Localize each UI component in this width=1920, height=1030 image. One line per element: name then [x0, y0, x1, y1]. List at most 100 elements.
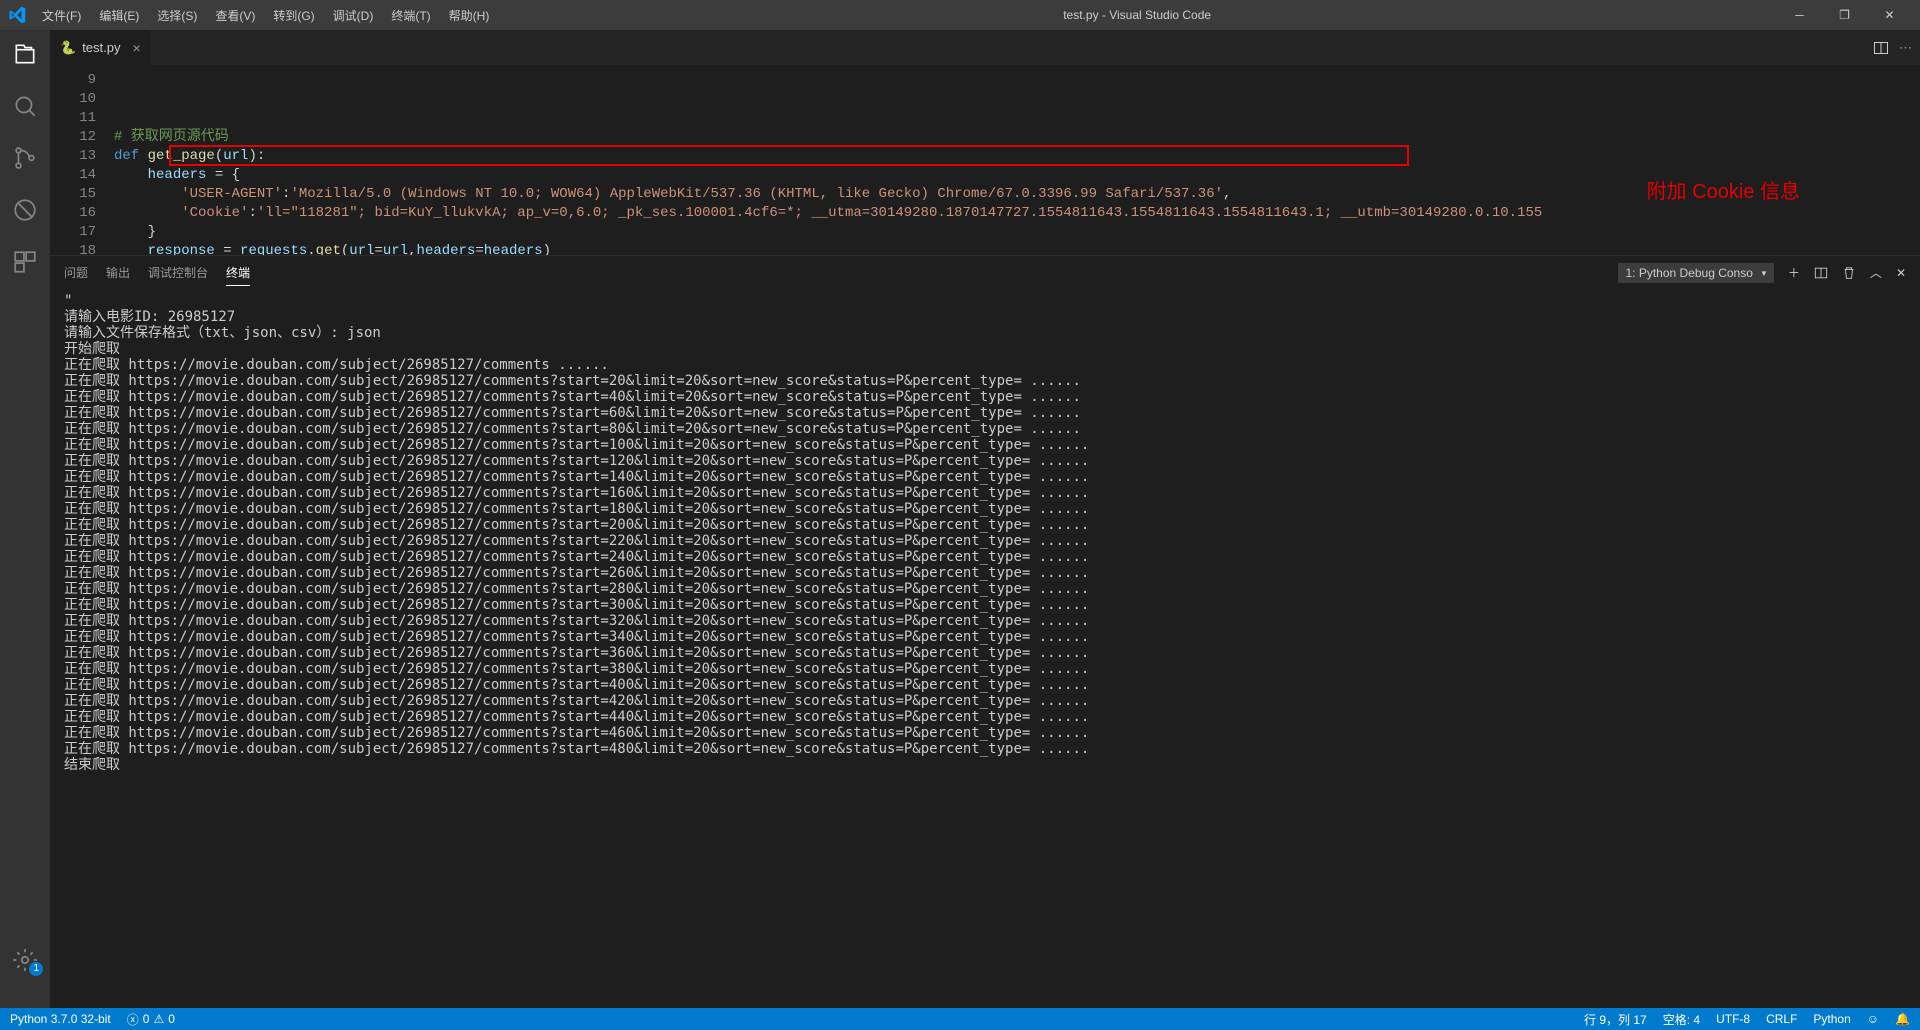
split-editor-icon[interactable] — [1873, 40, 1889, 56]
panel-tab[interactable]: 调试控制台 — [148, 260, 208, 286]
code-content[interactable]: # 获取网页源代码def get_page(url): headers = { … — [114, 65, 1810, 255]
menu-item[interactable]: 调试(D) — [325, 3, 382, 28]
terminal-line: 正在爬取 https://movie.douban.com/subject/26… — [64, 613, 1906, 629]
more-actions-icon[interactable]: ⋯ — [1899, 40, 1912, 56]
terminal-line: 正在爬取 https://movie.douban.com/subject/26… — [64, 581, 1906, 597]
terminal-line: 正在爬取 https://movie.douban.com/subject/26… — [64, 677, 1906, 693]
main-area: 🐍 test.py × ⋯ 9101112131415161718 # 获取网页… — [50, 30, 1920, 1008]
panel-maximize-icon[interactable]: ︿ — [1870, 264, 1882, 281]
status-notifications-icon[interactable]: 🔔 — [1895, 1012, 1910, 1026]
terminal-line: 正在爬取 https://movie.douban.com/subject/26… — [64, 645, 1906, 661]
terminal-line: 正在爬取 https://movie.douban.com/subject/26… — [64, 741, 1906, 757]
bottom-panel: 问题输出调试控制台终端 1: Python Debug Conso ＋ ︿ ✕ … — [50, 255, 1920, 1008]
annotation-text: 附加 Cookie 信息 — [1647, 183, 1800, 202]
code-line[interactable]: 'USER-AGENT':'Mozilla/5.0 (Windows NT 10… — [114, 185, 1810, 204]
terminal-line: " — [64, 293, 1906, 309]
window-title: test.py - Visual Studio Code — [497, 8, 1777, 22]
terminal-line: 正在爬取 https://movie.douban.com/subject/26… — [64, 709, 1906, 725]
terminal-line: 正在爬取 https://movie.douban.com/subject/26… — [64, 533, 1906, 549]
terminal-line: 正在爬取 https://movie.douban.com/subject/26… — [64, 485, 1906, 501]
terminal-line: 正在爬取 https://movie.douban.com/subject/26… — [64, 597, 1906, 613]
menu-item[interactable]: 转到(G) — [265, 3, 322, 28]
source-control-icon[interactable] — [11, 144, 39, 172]
maximize-button[interactable]: ❐ — [1822, 0, 1867, 30]
menu-bar: 文件(F)编辑(E)选择(S)查看(V)转到(G)调试(D)终端(T)帮助(H) — [34, 3, 497, 28]
split-terminal-icon[interactable] — [1814, 266, 1828, 280]
vscode-logo-icon — [8, 6, 26, 24]
panel-close-icon[interactable]: ✕ — [1896, 266, 1906, 280]
minimap[interactable] — [1810, 65, 1920, 255]
status-language[interactable]: Python — [1813, 1012, 1850, 1026]
terminal-line: 正在爬取 https://movie.douban.com/subject/26… — [64, 389, 1906, 405]
line-gutter: 9101112131415161718 — [50, 65, 114, 255]
code-editor[interactable]: 9101112131415161718 # 获取网页源代码def get_pag… — [50, 65, 1920, 255]
terminal-line: 正在爬取 https://movie.douban.com/subject/26… — [64, 405, 1906, 421]
new-terminal-icon[interactable]: ＋ — [1788, 264, 1800, 281]
terminal-line: 正在爬取 https://movie.douban.com/subject/26… — [64, 501, 1906, 517]
code-line[interactable]: def get_page(url): — [114, 147, 1810, 166]
status-feedback-icon[interactable]: ☺ — [1867, 1012, 1879, 1026]
terminal-line: 请输入电影ID: 26985127 — [64, 309, 1906, 325]
explorer-icon[interactable] — [11, 40, 39, 68]
editor-tabs: 🐍 test.py × ⋯ — [50, 30, 1920, 65]
minimize-button[interactable]: ─ — [1777, 0, 1822, 30]
error-count: 0 — [143, 1012, 150, 1026]
panel-tabs: 问题输出调试控制台终端 1: Python Debug Conso ＋ ︿ ✕ — [50, 256, 1920, 289]
settings-gear-icon[interactable]: 1 — [11, 946, 39, 974]
warning-count: 0 — [168, 1012, 175, 1026]
menu-item[interactable]: 终端(T) — [383, 3, 438, 28]
menu-item[interactable]: 文件(F) — [34, 3, 89, 28]
python-file-icon: 🐍 — [60, 40, 76, 56]
debug-icon[interactable] — [11, 196, 39, 224]
terminal-line: 正在爬取 https://movie.douban.com/subject/26… — [64, 629, 1906, 645]
terminal-line: 正在爬取 https://movie.douban.com/subject/26… — [64, 469, 1906, 485]
terminal-line: 正在爬取 https://movie.douban.com/subject/26… — [64, 421, 1906, 437]
terminal-line: 正在爬取 https://movie.douban.com/subject/26… — [64, 357, 1906, 373]
status-problems[interactable]: ⓧ0 ⚠0 — [127, 1011, 175, 1028]
menu-item[interactable]: 选择(S) — [149, 3, 205, 28]
status-python[interactable]: Python 3.7.0 32-bit — [10, 1012, 111, 1026]
terminal-line: 正在爬取 https://movie.douban.com/subject/26… — [64, 725, 1906, 741]
code-line[interactable]: headers = { — [114, 166, 1810, 185]
code-line[interactable]: } — [114, 223, 1810, 242]
terminal-line: 正在爬取 https://movie.douban.com/subject/26… — [64, 453, 1906, 469]
tab-close-icon[interactable]: × — [132, 40, 140, 56]
window-controls: ─ ❐ ✕ — [1777, 0, 1912, 30]
status-cursor[interactable]: 行 9，列 17 — [1584, 1011, 1647, 1028]
menu-item[interactable]: 编辑(E) — [91, 3, 147, 28]
tab-label: test.py — [82, 40, 120, 55]
code-line[interactable]: # 获取网页源代码 — [114, 128, 1810, 147]
code-line[interactable]: 'Cookie':'ll="118281"; bid=KuY_llukvkA; … — [114, 204, 1810, 223]
panel-tab[interactable]: 终端 — [226, 260, 250, 286]
menu-item[interactable]: 帮助(H) — [441, 3, 498, 28]
status-bar: Python 3.7.0 32-bit ⓧ0 ⚠0 行 9，列 17 空格: 4… — [0, 1008, 1920, 1030]
terminal-line: 正在爬取 https://movie.douban.com/subject/26… — [64, 565, 1906, 581]
error-icon: ⓧ — [127, 1011, 139, 1028]
code-line[interactable]: response = requests.get(url=url,headers=… — [114, 242, 1810, 255]
terminal-line: 开始爬取 — [64, 341, 1906, 357]
terminal-output[interactable]: "请输入电影ID: 26985127请输入文件保存格式（txt、json、csv… — [50, 289, 1920, 1008]
gear-badge: 1 — [29, 962, 43, 976]
warning-icon: ⚠ — [153, 1012, 164, 1026]
status-spaces[interactable]: 空格: 4 — [1663, 1011, 1700, 1028]
tab-test-py[interactable]: 🐍 test.py × — [50, 30, 152, 65]
terminal-line: 正在爬取 https://movie.douban.com/subject/26… — [64, 517, 1906, 533]
close-button[interactable]: ✕ — [1867, 0, 1912, 30]
status-eol[interactable]: CRLF — [1766, 1012, 1797, 1026]
extensions-icon[interactable] — [11, 248, 39, 276]
terminal-line: 请输入文件保存格式（txt、json、csv）: json — [64, 325, 1906, 341]
terminal-line: 正在爬取 https://movie.douban.com/subject/26… — [64, 549, 1906, 565]
kill-terminal-icon[interactable] — [1842, 266, 1856, 280]
panel-tab[interactable]: 问题 — [64, 260, 88, 286]
status-encoding[interactable]: UTF-8 — [1716, 1012, 1750, 1026]
terminal-line: 正在爬取 https://movie.douban.com/subject/26… — [64, 373, 1906, 389]
search-icon[interactable] — [11, 92, 39, 120]
terminal-select[interactable]: 1: Python Debug Conso — [1618, 263, 1773, 283]
terminal-line: 结束爬取 — [64, 757, 1906, 773]
panel-tab[interactable]: 输出 — [106, 260, 130, 286]
terminal-line: 正在爬取 https://movie.douban.com/subject/26… — [64, 437, 1906, 453]
menu-item[interactable]: 查看(V) — [207, 3, 263, 28]
terminal-line: 正在爬取 https://movie.douban.com/subject/26… — [64, 693, 1906, 709]
activity-bar: 1 — [0, 30, 50, 1008]
titlebar: 文件(F)编辑(E)选择(S)查看(V)转到(G)调试(D)终端(T)帮助(H)… — [0, 0, 1920, 30]
